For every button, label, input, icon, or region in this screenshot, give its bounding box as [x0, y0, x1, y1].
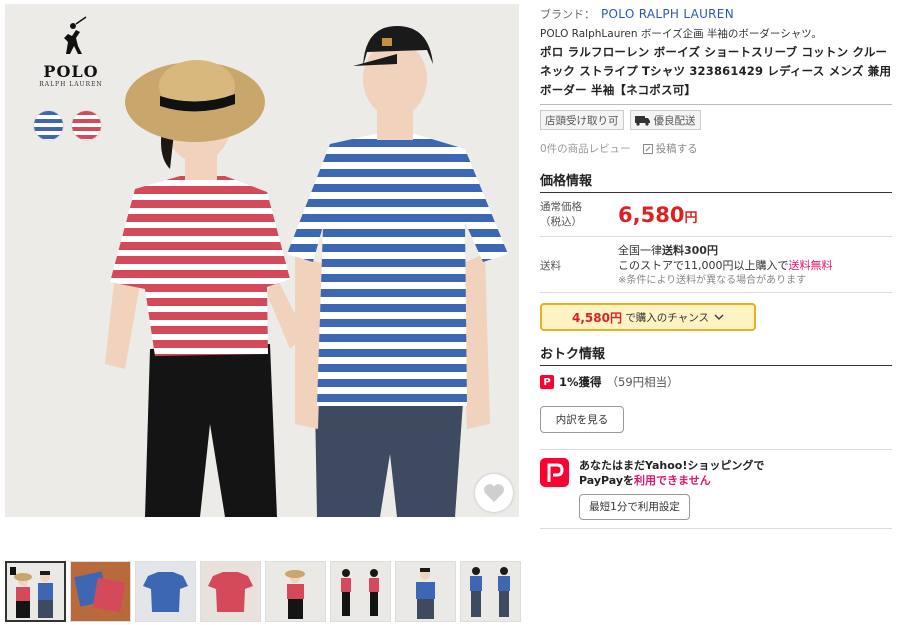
fast-delivery-label: 優良配送: [653, 114, 696, 127]
polo-logo: POLO RALPH LAUREN: [35, 16, 107, 88]
chance-text: で購入のチャンス: [625, 311, 709, 324]
truck-icon: [634, 115, 650, 126]
chance-price: 4,580円: [572, 310, 622, 325]
shipping-flat-fee: 送料300円: [662, 244, 718, 257]
thumb-blue-shirt[interactable]: [135, 561, 196, 622]
brand-link[interactable]: POLO RALPH LAUREN: [601, 7, 734, 21]
main-product-image[interactable]: POLO RALPH LAUREN: [5, 4, 519, 517]
product-catchcopy: POLO RalphLauren ボーイズ企画 半袖のボーダーシャツ。: [540, 28, 822, 40]
thumb-man-sides[interactable]: [460, 561, 521, 622]
shipping-note: ※条件により送料が異なる場合があります: [618, 275, 807, 286]
paypay-setup-button[interactable]: 最短1分で利用設定: [579, 494, 690, 520]
store-pickup-badge: 店頭受け取り可: [540, 110, 624, 130]
heart-icon: [484, 484, 504, 503]
review-count[interactable]: 0件の商品レビュー: [540, 141, 631, 156]
write-review-link[interactable]: 投稿する: [642, 141, 698, 156]
price-amount: 6,580: [618, 202, 685, 227]
swatch-red-stripe: [71, 110, 102, 141]
shipping-details: 全国一律送料300円 このストアで11,000円以上購入で送料無料 ※条件により…: [618, 243, 833, 292]
points-row: P 1%獲得 （59円相当）: [540, 374, 892, 390]
thumb-woman-front[interactable]: [265, 561, 326, 622]
polo-player-icon: [64, 16, 87, 54]
paypay-notice: あなたはまだYahoo!ショッピングで PayPayを利用できません 最短1分で…: [540, 449, 892, 520]
shipping-row: 送料 全国一律送料300円 このストアで11,000円以上購入で送料無料 ※条件…: [540, 237, 892, 293]
thumb-couple[interactable]: [5, 561, 66, 622]
favorite-button[interactable]: [475, 474, 513, 512]
write-review-label: 投稿する: [655, 143, 698, 155]
regular-price: 6,580円: [618, 203, 697, 227]
regular-price-label: 通常価格 （税込）: [540, 200, 610, 230]
free-shipping-condition: このストアで11,000円以上購入で: [618, 259, 789, 272]
paypay-icon: P: [540, 375, 554, 389]
chevron-down-icon: [714, 314, 724, 320]
points-rate: 1%獲得: [559, 375, 602, 389]
shipping-label: 送料: [540, 260, 561, 272]
man-figure: [287, 26, 508, 517]
paypay-message: あなたはまだYahoo!ショッピングで PayPayを利用できません 最短1分で…: [579, 458, 764, 520]
thumb-woman-sides[interactable]: [330, 561, 391, 622]
swatch-blue-stripe: [33, 110, 64, 141]
paypay-line1: あなたはまだYahoo!ショッピングで: [579, 459, 765, 472]
regular-price-label-line2: （税込）: [540, 215, 582, 228]
product-title: ポロ ラルフローレン ボーイズ ショートスリーブ コットン クルーネック ストラ…: [540, 45, 892, 97]
fast-delivery-badge: 優良配送: [629, 110, 701, 130]
deals-section-title: おトク情報: [540, 343, 892, 366]
thumb-man-front[interactable]: [395, 561, 456, 622]
brand-row: ブランド： POLO RALPH LAUREN: [540, 4, 892, 24]
product-info-panel: ブランド： POLO RALPH LAUREN POLO RalphLauren …: [540, 4, 892, 529]
divider: [540, 528, 892, 529]
logo-subtext: RALPH LAUREN: [39, 81, 103, 88]
paypay-line2-prefix: PayPayを: [579, 474, 635, 487]
service-badges: 店頭受け取り可 優良配送: [540, 110, 892, 130]
logo-text: POLO: [43, 62, 99, 81]
thumbnail-strip: [5, 561, 521, 622]
thumb-folded-shirts[interactable]: [70, 561, 131, 622]
purchase-chance-button[interactable]: 4,580円 で購入のチャンス: [540, 303, 756, 331]
color-swatches: [33, 110, 102, 141]
paypay-logo-icon: [540, 458, 569, 487]
woman-figure: [105, 60, 305, 517]
regular-price-row: 通常価格 （税込） 6,580円: [540, 193, 892, 237]
brand-label: ブランド：: [540, 8, 595, 21]
thumb-red-shirt[interactable]: [200, 561, 261, 622]
pencil-icon: [642, 143, 653, 154]
free-shipping-text: 送料無料: [788, 259, 833, 272]
store-pickup-label: 店頭受け取り可: [545, 114, 619, 127]
price-section-title: 価格情報: [540, 170, 892, 193]
review-row: 0件の商品レビュー 投稿する: [540, 141, 892, 156]
view-breakdown-button[interactable]: 内訳を見る: [540, 406, 624, 433]
paypay-unavailable-text: 利用できません: [634, 474, 711, 487]
points-value: （59円相当）: [606, 375, 679, 389]
regular-price-label-line1: 通常価格: [540, 200, 582, 213]
divider: [540, 104, 892, 105]
shipping-flat-prefix: 全国一律: [618, 244, 662, 257]
price-yen: 円: [684, 210, 698, 226]
